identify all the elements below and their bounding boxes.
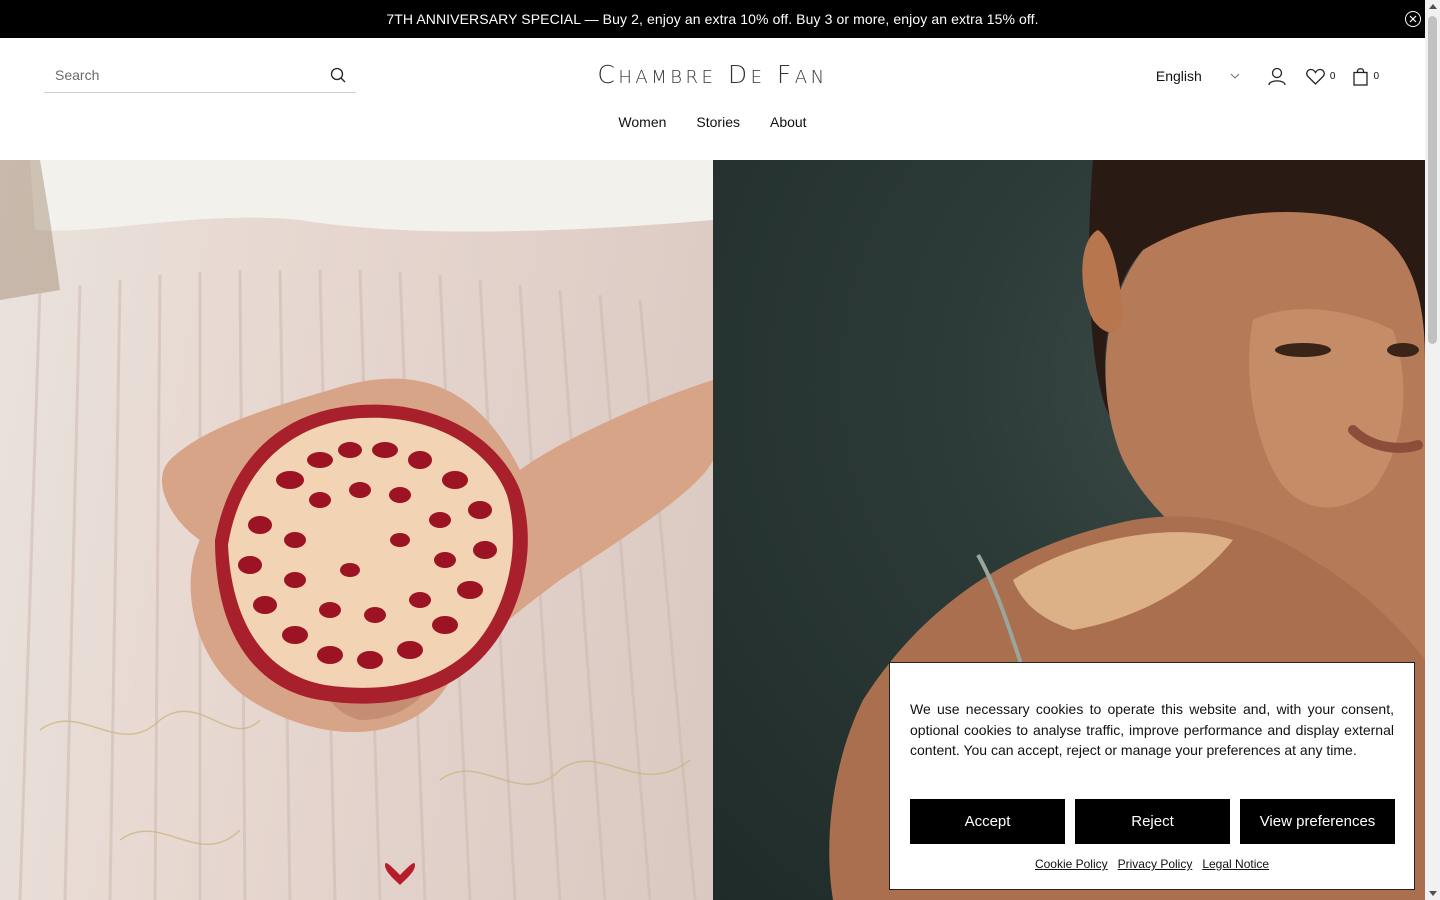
announcement-bar: 7TH ANNIVERSARY SPECIAL — Buy 2, enjoy a…	[0, 0, 1425, 38]
pomegranate-photo	[0, 160, 713, 900]
cart-count: 0	[1373, 70, 1379, 82]
accept-cookies-button[interactable]: Accept	[910, 799, 1065, 844]
legal-notice-link[interactable]: Legal Notice	[1202, 857, 1269, 871]
scroll-up-arrow[interactable]	[1429, 4, 1437, 9]
reject-cookies-button[interactable]: Reject	[1075, 799, 1230, 844]
cookie-policy-links: Cookie Policy Privacy Policy Legal Notic…	[890, 857, 1414, 871]
scroll-thumb[interactable]	[1428, 16, 1437, 344]
page-scrollbar[interactable]	[1425, 0, 1440, 900]
nav-item-women[interactable]: Women	[603, 114, 681, 130]
heart-icon	[1306, 68, 1325, 85]
wishlist-count: 0	[1329, 70, 1336, 82]
cookie-message: We use necessary cookies to operate this…	[910, 701, 1394, 758]
site-logo[interactable]: Chambre De Fan	[560, 60, 865, 89]
language-label: English	[1155, 68, 1202, 84]
privacy-policy-link[interactable]: Privacy Policy	[1118, 857, 1193, 871]
hero-image-pomegranate[interactable]	[0, 160, 713, 900]
search-button[interactable]	[320, 58, 356, 92]
wishlist-button[interactable]: 0	[1306, 68, 1336, 85]
search-input[interactable]	[44, 67, 320, 83]
language-selector[interactable]: English	[1156, 68, 1240, 84]
cookie-actions: Accept Reject View preferences	[910, 799, 1395, 844]
search-icon	[330, 67, 346, 83]
search-bar	[44, 58, 356, 93]
logo-text: Chambre De Fan	[597, 60, 828, 89]
nav-item-stories[interactable]: Stories	[681, 114, 755, 130]
cookie-policy-link[interactable]: Cookie Policy	[1035, 857, 1108, 871]
view-preferences-button[interactable]: View preferences	[1240, 799, 1395, 844]
close-announcement-button[interactable]	[1405, 11, 1421, 27]
main-navigation: Women Stories About	[0, 114, 1425, 130]
site-header: Chambre De Fan English 0 0	[0, 38, 1425, 160]
user-icon	[1268, 67, 1286, 85]
header-utilities: English 0 0	[1156, 60, 1379, 92]
cart-button[interactable]: 0	[1353, 67, 1379, 86]
chevron-down-icon	[1230, 73, 1240, 79]
cookie-consent-banner: We use necessary cookies to operate this…	[889, 662, 1415, 890]
announcement-text: 7TH ANNIVERSARY SPECIAL — Buy 2, enjoy a…	[386, 11, 1039, 27]
close-icon	[1409, 15, 1417, 23]
nav-item-about[interactable]: About	[755, 114, 822, 130]
scroll-down-arrow[interactable]	[1429, 891, 1437, 896]
account-button[interactable]	[1268, 67, 1286, 86]
shopping-bag-icon	[1353, 67, 1369, 86]
